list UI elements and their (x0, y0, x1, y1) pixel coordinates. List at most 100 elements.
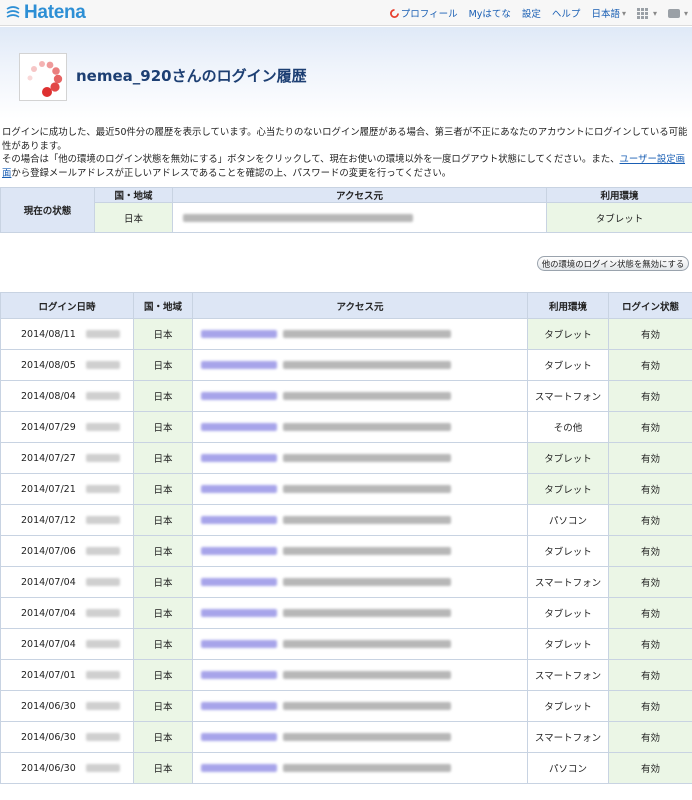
grid-icon (636, 7, 648, 19)
history-env: スマートフォン (527, 721, 609, 753)
history-date-text: 2014/06/30 (21, 700, 76, 712)
history-time-redacted (85, 361, 120, 369)
history-date-text: 2014/08/11 (21, 328, 76, 340)
history-status: 有効 (608, 690, 692, 722)
logo-text: Hatena (24, 2, 86, 23)
history-status: 有効 (608, 597, 692, 629)
history-date: 2014/08/11 (0, 318, 134, 350)
nav-profile[interactable]: プロフィール (389, 6, 458, 20)
description-line-2-post: から登録メールアドレスが正しいアドレスであることを確認の上、パスワードの変更を行… (11, 167, 452, 179)
history-country: 日本 (133, 566, 193, 598)
history-status: 有効 (608, 442, 692, 474)
history-date-text: 2014/07/04 (21, 638, 76, 650)
table-row: 2014/07/01 日本 スマートフォン 有効 (0, 659, 692, 691)
table-row: 2014/07/06 日本 タブレット 有効 (0, 535, 692, 567)
history-country: 日本 (133, 380, 193, 412)
history-date: 2014/07/21 (0, 473, 134, 505)
history-source-redacted (192, 380, 528, 412)
history-date: 2014/07/04 (0, 566, 134, 598)
history-status: 有効 (608, 628, 692, 660)
history-date-text: 2014/07/04 (21, 576, 76, 588)
history-env: タブレット (527, 597, 609, 629)
history-status: 有効 (608, 535, 692, 567)
login-history-table: ログイン日時 国・地域 アクセス元 利用環境 ログイン状態 2014/08/11… (0, 292, 692, 784)
history-status: 有効 (608, 349, 692, 381)
table-row: 2014/07/04 日本 スマートフォン 有効 (0, 566, 692, 598)
nav-language[interactable]: 日本語 ▾ (591, 6, 626, 21)
history-env: タブレット (527, 628, 609, 660)
table-row: 2014/07/12 日本 パソコン 有効 (0, 504, 692, 536)
history-country: 日本 (133, 442, 193, 474)
history-time-redacted (85, 516, 120, 524)
history-status: 有効 (608, 473, 692, 505)
history-date: 2014/07/06 (0, 535, 134, 567)
history-source-redacted (192, 628, 528, 660)
description: ログインに成功した、最近50件分の履歴を表示しています。心当たりのないログイン履… (2, 126, 690, 180)
history-time-redacted (85, 609, 120, 617)
history-date: 2014/06/30 (0, 752, 134, 784)
nav-my-hatena[interactable]: Myはてな (469, 6, 511, 20)
history-time-redacted (85, 671, 120, 679)
history-country: 日本 (133, 752, 193, 784)
history-time-redacted (85, 392, 120, 400)
history-env: タブレット (527, 690, 609, 722)
history-time-redacted (85, 702, 120, 710)
table-row: 2014/08/04 日本 スマートフォン 有効 (0, 380, 692, 412)
history-env: パソコン (527, 504, 609, 536)
history-source-redacted (192, 504, 528, 536)
description-line-2: その場合は「他の環境のログイン状態を無効にする」ボタンをクリックして、現在お使い… (2, 153, 690, 180)
history-env-header: 利用環境 (527, 292, 609, 319)
history-date-text: 2014/08/04 (21, 390, 76, 402)
history-country: 日本 (133, 318, 193, 350)
avatar[interactable] (19, 53, 67, 101)
history-date: 2014/07/12 (0, 504, 134, 536)
history-country: 日本 (133, 628, 193, 660)
nav-settings[interactable]: 設定 (522, 6, 541, 20)
history-date-text: 2014/07/01 (21, 669, 76, 681)
history-env: スマートフォン (527, 659, 609, 691)
top-bar: Hatena プロフィール Myはてな 設定 ヘルプ 日本語 ▾ ▾ ▾ (0, 0, 692, 26)
history-env: タブレット (527, 535, 609, 567)
history-date: 2014/08/04 (0, 380, 134, 412)
history-source-redacted (192, 597, 528, 629)
table-row: 2014/07/29 日本 その他 有効 (0, 411, 692, 443)
hatena-logo[interactable]: Hatena (6, 2, 86, 23)
history-time-redacted (85, 547, 120, 555)
history-date-text: 2014/07/29 (21, 421, 76, 433)
history-env: タブレット (527, 442, 609, 474)
history-source-redacted (192, 318, 528, 350)
chevron-down-icon: ▾ (652, 8, 657, 18)
history-source-redacted (192, 442, 528, 474)
history-status: 有効 (608, 721, 692, 753)
notifications-menu[interactable]: ▾ (667, 8, 688, 18)
history-env: パソコン (527, 752, 609, 784)
history-source-redacted (192, 411, 528, 443)
page-title: nemea_920さんのログイン履歴 (76, 67, 307, 85)
history-country: 日本 (133, 659, 193, 691)
description-line-1: ログインに成功した、最近50件分の履歴を表示しています。心当たりのないログイン履… (2, 127, 688, 152)
table-row: 2014/07/04 日本 タブレット 有効 (0, 597, 692, 629)
history-country: 日本 (133, 349, 193, 381)
history-status: 有効 (608, 318, 692, 350)
history-source-header: アクセス元 (192, 292, 528, 319)
history-date-text: 2014/07/21 (21, 483, 76, 495)
message-icon (667, 8, 680, 18)
history-date: 2014/08/05 (0, 349, 134, 381)
history-source-redacted (192, 473, 528, 505)
history-date-text: 2014/07/27 (21, 452, 76, 464)
current-status-table: 現在の状態 国・地域 アクセス元 利用環境 日本 タブレット (0, 187, 692, 233)
history-env: タブレット (527, 473, 609, 505)
history-date: 2014/07/29 (0, 411, 134, 443)
history-time-redacted (85, 578, 120, 586)
history-date: 2014/07/04 (0, 597, 134, 629)
history-time-redacted (85, 454, 120, 462)
history-time-redacted (85, 423, 120, 431)
chevron-down-icon: ▾ (683, 8, 688, 18)
current-source-redacted (172, 202, 547, 233)
history-source-redacted (192, 349, 528, 381)
apps-menu[interactable]: ▾ (636, 7, 657, 19)
invalidate-other-sessions-button[interactable]: 他の環境のログイン状態を無効にする (537, 256, 689, 271)
history-status-header: ログイン状態 (608, 292, 692, 319)
history-source-redacted (192, 659, 528, 691)
nav-help[interactable]: ヘルプ (552, 6, 581, 20)
